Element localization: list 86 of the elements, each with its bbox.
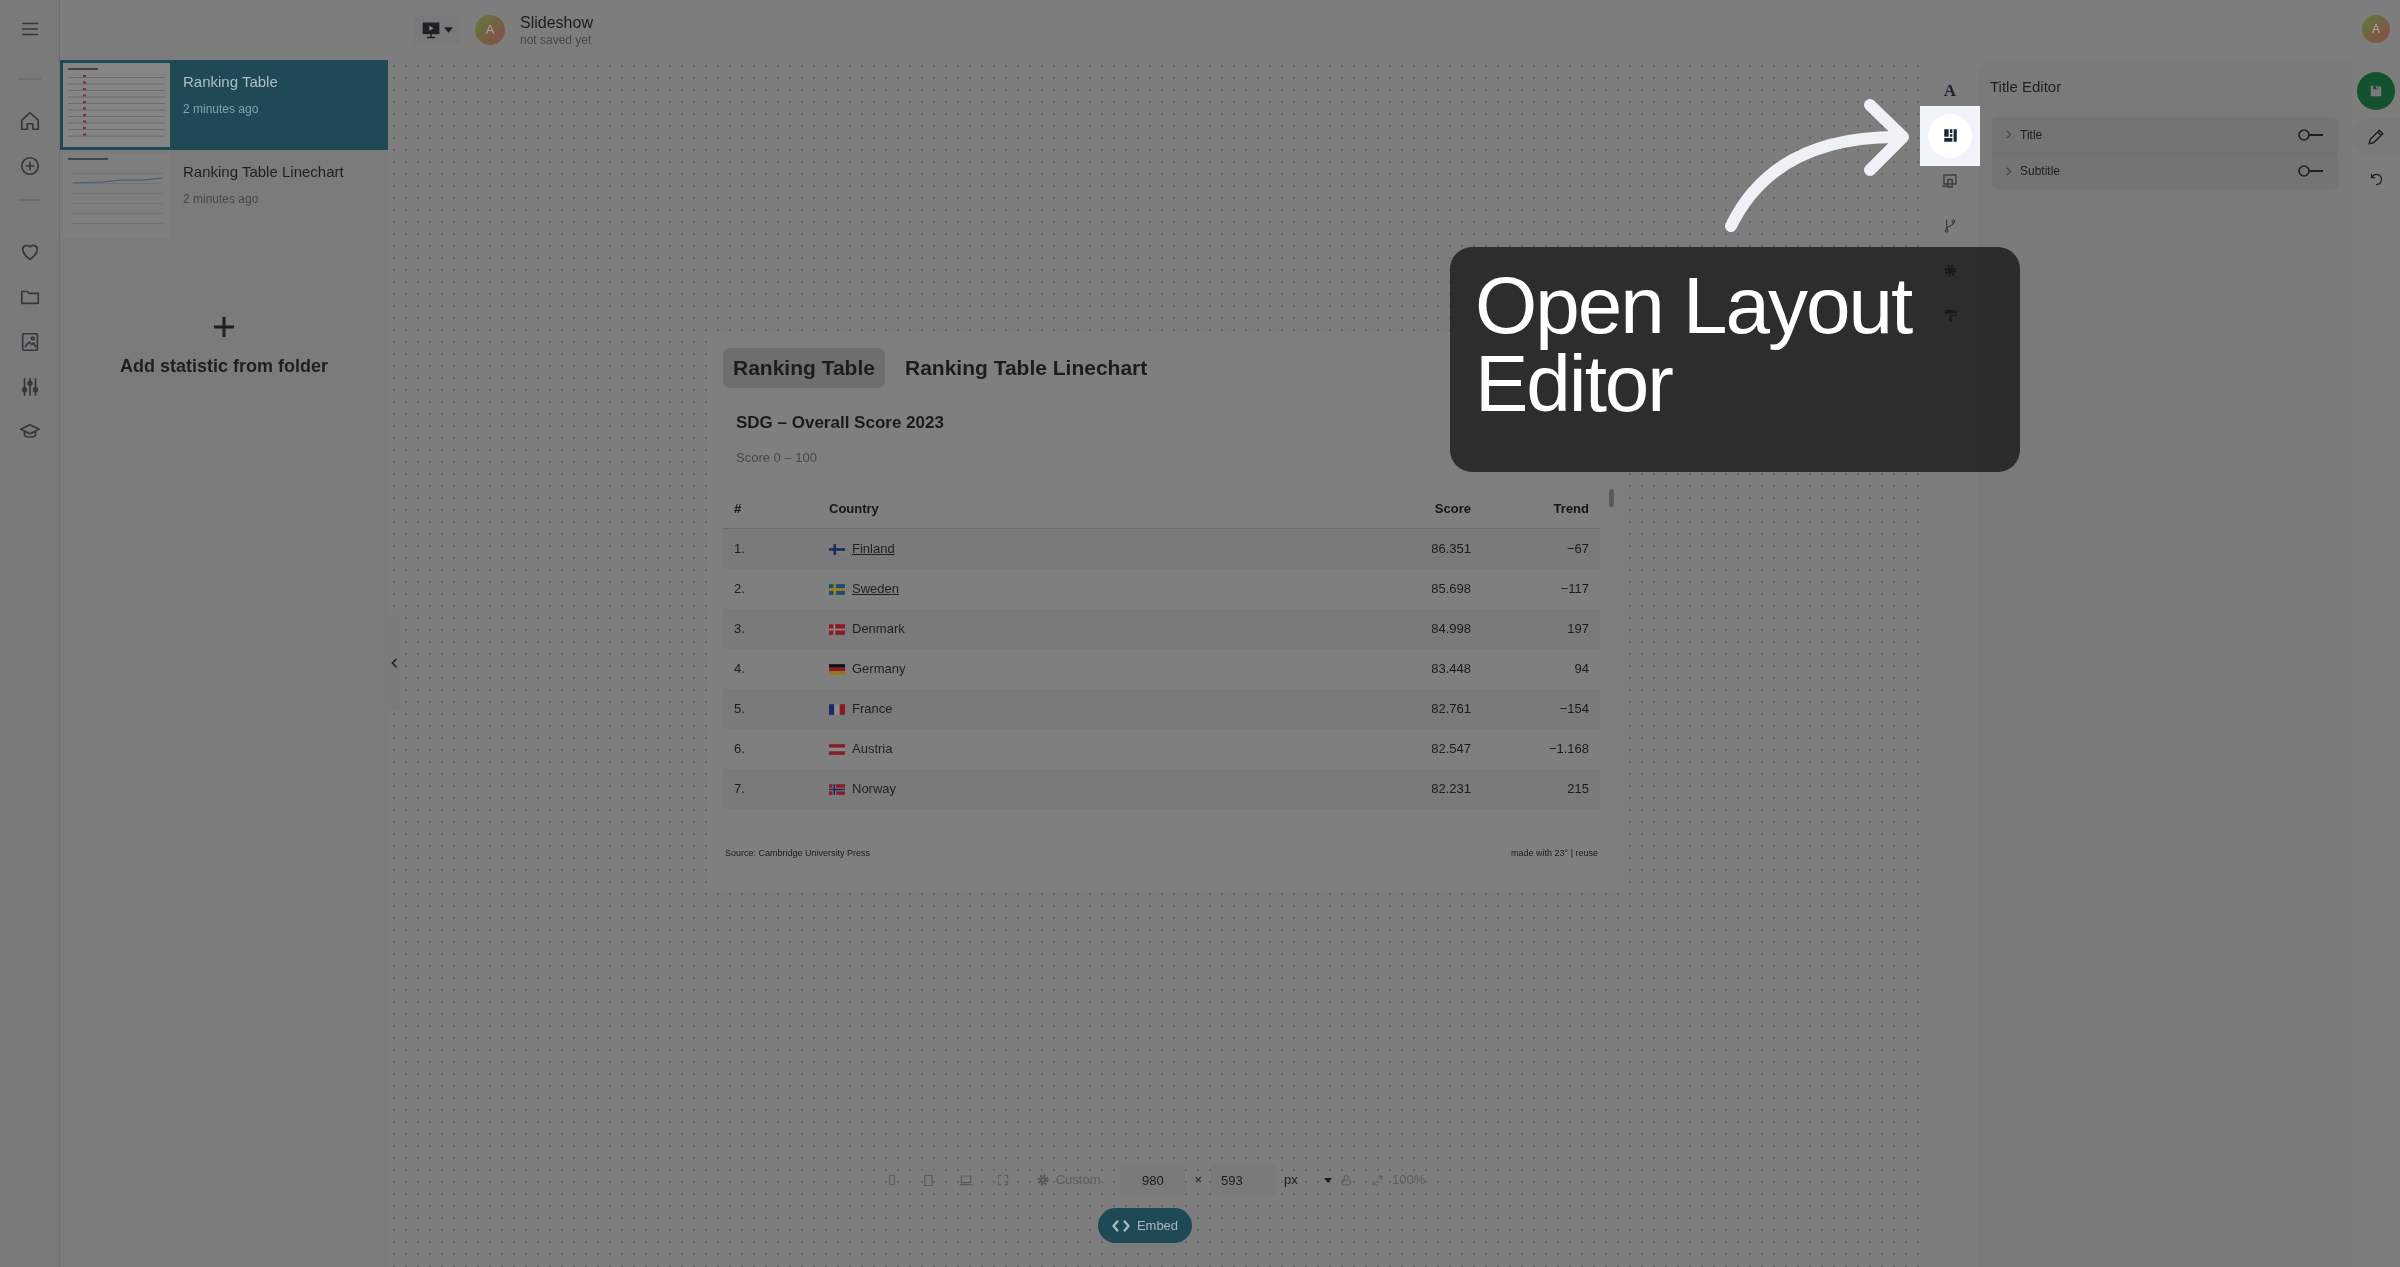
flag-icon [829,703,845,715]
column-header: # [733,499,743,518]
column-header: Trend [1552,499,1590,518]
flag-icon [829,743,845,755]
slide-item[interactable]: Ranking Table 2 minutes ago [60,60,388,150]
flag-icon [829,783,845,795]
resize-icon[interactable] [1371,1173,1385,1187]
rank-cell-text: 1. [733,540,746,559]
plus-icon[interactable] [212,315,236,339]
height-field[interactable]: 593 [1211,1164,1277,1196]
country-link[interactable]: Sweden [852,579,899,599]
rank-cell-text: 4. [733,660,746,679]
panel-title: Title Editor [1990,77,2063,97]
trend-cell-text: 94 [1573,660,1590,679]
layout-icon [1942,128,1958,143]
unit-select[interactable]: px [1284,1170,1333,1190]
gear-icon [1035,1173,1050,1187]
score-cell-text: 83.448 [1430,660,1471,679]
toggle-switch[interactable] [2298,128,2324,141]
branch-icon [1942,217,1958,234]
country-cell-text: Norway [852,780,897,799]
pencil-icon [2366,127,2386,147]
slide-time: 2 minutes ago [183,100,260,118]
home-icon[interactable] [18,110,41,132]
user-avatar[interactable]: A [2362,15,2390,43]
tool-button[interactable] [1920,105,1980,166]
save-button[interactable] [2357,72,2395,110]
embed-button[interactable]: Embed [1097,1208,1193,1243]
country-cell-text: Austria [852,740,893,759]
tool-button[interactable]: A [1930,75,1970,106]
trend-cell-text: −67 [1565,540,1590,559]
chart-tab[interactable]: Ranking Table Linechart [894,348,1158,388]
document-title: Slideshow [520,12,593,33]
undo-icon [2368,171,2384,187]
flag-icon [829,663,845,675]
lock-icon[interactable] [1340,1173,1354,1187]
chart-title: SDG – Overall Score 2023 [736,412,945,434]
fullscreen-icon[interactable] [995,1173,1010,1187]
devices-icon [1941,171,1959,190]
rank-cell-text: 2. [733,580,746,599]
laptop-icon[interactable] [957,1172,974,1188]
trend-cell-text: −117 [1559,580,1590,599]
avatar: A [475,15,505,45]
chart-tab[interactable]: Ranking Table [723,348,885,388]
times-sign: × [1194,1171,1203,1190]
country-cell-text: France [852,700,893,719]
country-cell-text: Germany [852,660,906,679]
country-link[interactable]: Finland [852,539,895,559]
column-header: Country [829,499,880,518]
width-field[interactable]: 980 [1120,1164,1186,1196]
code-icon [1111,1219,1130,1232]
score-cell-text: 82.761 [1430,700,1471,719]
trend-cell-text: −1.168 [1547,740,1590,759]
rank-cell-text: 5. [733,700,746,719]
editor-section[interactable]: Subtitle [1992,152,2338,189]
monitor-icon [420,20,441,40]
add-statistic-label[interactable]: Add statistic from folder [120,353,328,380]
caret-icon [443,27,453,33]
rank-cell-text: 3. [733,620,746,639]
credit-note: made with 23° | reuse [1511,847,1599,860]
flag-icon [829,543,845,555]
add-icon[interactable] [18,155,41,177]
trend-cell-text: 215 [1566,780,1590,799]
editor-section[interactable]: Title [1992,116,2338,153]
chevron-left-icon [390,657,398,668]
chart-subtitle: Score 0 – 100 [736,448,818,467]
rank-cell-text: 7. [733,780,746,799]
flag-icon [829,623,845,635]
trend-cell-text: −154 [1558,700,1590,719]
caret-icon [1324,1177,1333,1183]
score-cell-text: 84.998 [1430,620,1471,639]
score-cell-text: 86.351 [1430,540,1471,559]
slide-title: Ranking Table [183,72,278,92]
slide-title: Ranking Table Linechart [183,162,344,182]
tooltip-text: Open Layout Editor [1475,267,1913,424]
trend-cell-text: 197 [1566,620,1590,639]
country-cell-text: Denmark [852,620,905,639]
score-cell-text: 82.547 [1430,740,1471,759]
rank-cell-text: 6. [733,740,746,759]
score-cell-text: 85.698 [1430,580,1471,599]
score-cell-text: 82.231 [1430,780,1471,799]
source-note: Source: Cambridge University Press [725,847,871,860]
toggle-switch[interactable] [2298,165,2324,177]
column-header: Score [1433,499,1471,518]
flag-icon [829,583,845,595]
scrollbar[interactable] [1609,489,1614,507]
